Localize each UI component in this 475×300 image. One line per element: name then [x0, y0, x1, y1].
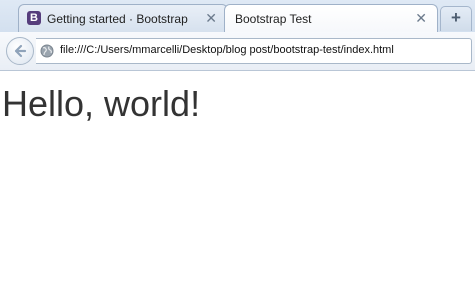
close-tab-icon[interactable]: ✕: [415, 10, 427, 27]
back-button[interactable]: [6, 37, 34, 65]
navigation-toolbar: file:///C:/Users/mmarcelli/Desktop/blog …: [0, 32, 475, 71]
tab-title: Bootstrap Test: [235, 12, 312, 26]
tab-title: Getting started · Bootstrap: [47, 12, 188, 26]
back-arrow-icon: [14, 44, 27, 58]
browser-tab-strip: B Getting started · Bootstrap ✕ Bootstra…: [0, 0, 475, 32]
address-bar[interactable]: file:///C:/Users/mmarcelli/Desktop/blog …: [36, 38, 472, 64]
bootstrap-favicon-icon: B: [27, 11, 41, 25]
tab-getting-started[interactable]: B Getting started · Bootstrap ✕: [18, 4, 228, 32]
tab-bootstrap-test[interactable]: Bootstrap Test ✕: [224, 4, 438, 32]
page-viewport: Hello, world!: [0, 71, 475, 300]
url-text: file:///C:/Users/mmarcelli/Desktop/blog …: [60, 44, 394, 56]
globe-icon: [40, 44, 54, 58]
close-tab-icon[interactable]: ✕: [205, 10, 217, 27]
new-tab-button[interactable]: +: [440, 6, 472, 31]
page-heading: Hello, world!: [2, 83, 201, 124]
